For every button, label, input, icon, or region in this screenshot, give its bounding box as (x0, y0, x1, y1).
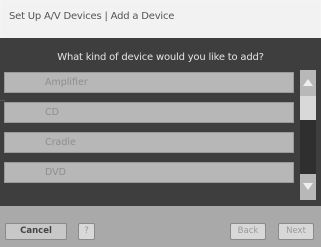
callout-line (0, 100, 5, 101)
scrollbar[interactable] (300, 70, 316, 200)
list-item-label: Amplifier (45, 77, 88, 88)
next-button[interactable]: Next (278, 223, 314, 240)
footer-bar: Cancel ? Back Next (0, 206, 321, 247)
list-item-dvd[interactable]: DVD (4, 162, 294, 183)
down-arrow-icon (303, 183, 313, 190)
cancel-button[interactable]: Cancel (5, 223, 67, 240)
scroll-thumb[interactable] (300, 96, 316, 120)
scroll-up-button[interactable] (300, 70, 316, 96)
window-title: Set Up A/V Devices | Add a Device (9, 11, 175, 22)
list-item-label: DVD (45, 167, 66, 178)
dialog-window: Set Up A/V Devices | Add a Device What k… (0, 0, 321, 247)
list-item-label: CD (45, 107, 59, 118)
device-list: Amplifier CD Cradle DVD (4, 72, 294, 202)
scroll-down-button[interactable] (300, 174, 316, 200)
list-item-label: Cradle (45, 137, 76, 148)
question-label: What kind of device would you like to ad… (57, 52, 264, 63)
up-arrow-icon (303, 79, 313, 86)
scroll-track[interactable] (300, 96, 316, 174)
help-button[interactable]: ? (78, 223, 95, 240)
title-bar: Set Up A/V Devices | Add a Device (1, 1, 320, 38)
list-item-cradle[interactable]: Cradle (4, 132, 294, 153)
list-item-amplifier[interactable]: Amplifier (4, 72, 294, 93)
back-button[interactable]: Back (230, 223, 266, 240)
content-panel: What kind of device would you like to ad… (0, 38, 321, 206)
list-item-cd[interactable]: CD (4, 102, 294, 123)
